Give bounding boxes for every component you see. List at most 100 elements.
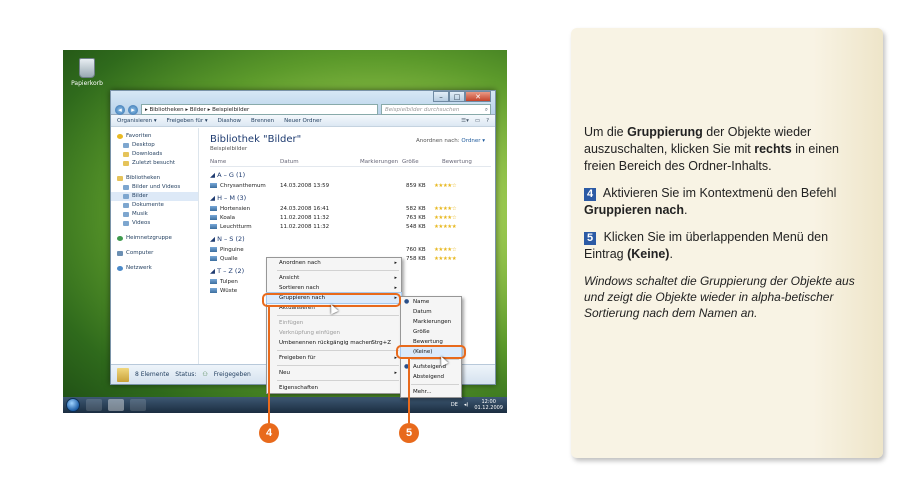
image-file-icon [210, 183, 217, 188]
status-value: Freigegeben [213, 371, 251, 378]
file-name: Pinguine [220, 247, 244, 253]
nav-recent[interactable]: Zuletzt besucht [111, 159, 198, 168]
group-by-date[interactable]: Datum [401, 307, 461, 317]
group-header[interactable]: ◢ N – S (2) [210, 235, 248, 243]
volume-icon[interactable]: ◂) [464, 402, 468, 408]
file-row[interactable]: Hortensien 24.03.2008 16:41 582 KB ★★★★☆ [210, 205, 491, 214]
sort-descending[interactable]: Absteigend [401, 372, 461, 382]
menu-undo-rename[interactable]: Umbenennen rückgängig machen Strg+Z [267, 338, 401, 348]
menu-label: Ansicht [279, 275, 300, 281]
recycle-bin[interactable]: Papierkorb [69, 58, 105, 87]
menu-share-with[interactable]: Freigeben für ▸ [267, 353, 401, 363]
nav-libraries[interactable]: Bibliotheken [111, 174, 198, 183]
nav-pictures[interactable]: Bilder [111, 192, 198, 201]
nav-videos[interactable]: Videos [111, 219, 198, 228]
forward-button[interactable]: ▸ [128, 104, 138, 115]
image-file-icon [210, 224, 217, 229]
menu-properties[interactable]: Eigenschaften [267, 383, 401, 393]
column-size[interactable]: Größe [402, 159, 419, 165]
view-controls: ☰▾ ▭ ? [461, 118, 489, 124]
group-by-tags[interactable]: Markierungen [401, 317, 461, 327]
nav-computer[interactable]: Computer [111, 249, 198, 258]
share-with-button[interactable]: Freigeben für ▾ [167, 118, 208, 124]
slideshow-button[interactable]: Diashow [218, 118, 241, 124]
clock[interactable]: 12:00 01.12.2009 [474, 399, 503, 411]
rating-stars-icon[interactable]: ★★★★★ [434, 255, 457, 264]
menu-sort-by[interactable]: Sortieren nach ▸ [267, 283, 401, 293]
menu-view[interactable]: Ansicht ▸ [267, 273, 401, 283]
group-by-more[interactable]: Mehr... [401, 387, 461, 397]
file-row[interactable]: Pinguine 760 KB ★★★★☆ [210, 246, 491, 255]
column-date[interactable]: Datum [280, 159, 299, 165]
file-row[interactable]: Chrysanthemum 14.03.2008 13:59 859 KB ★★… [210, 182, 491, 191]
view-options-icon[interactable]: ☰▾ [461, 118, 469, 124]
group-header[interactable]: ◢ A – G (1) [210, 171, 248, 179]
nav-favorites[interactable]: Favoriten [111, 132, 198, 141]
menu-paste: Einfügen [267, 318, 401, 328]
burn-button[interactable]: Brennen [251, 118, 274, 124]
nav-downloads[interactable]: Downloads [111, 150, 198, 159]
explorer-taskbar-icon[interactable] [108, 399, 124, 411]
new-folder-button[interactable]: Neuer Ordner [284, 118, 322, 124]
menu-arrange-by[interactable]: Anordnen nach ▸ [267, 258, 401, 268]
column-rating[interactable]: Bewertung [442, 159, 472, 165]
file-name: Koala [220, 215, 235, 221]
file-size: 760 KB [406, 247, 426, 253]
rating-stars-icon[interactable]: ★★★★★ [434, 223, 457, 232]
menu-label: Größe [413, 329, 430, 335]
taskbar: DE ◂) 12:00 01.12.2009 [63, 397, 507, 413]
rating-stars-icon[interactable]: ★★★★☆ [434, 182, 457, 191]
rating-stars-icon[interactable]: ★★★★☆ [434, 205, 457, 214]
maximize-button[interactable]: □ [449, 91, 465, 102]
nav-homegroup[interactable]: Heimnetzgruppe [111, 234, 198, 243]
address-bar[interactable]: ▸ Bibliotheken ▸ Bilder ▸ Beispielbilder [141, 104, 378, 115]
nav-documents[interactable]: Dokumente [111, 201, 198, 210]
file-row[interactable]: Koala 11.02.2008 11:32 763 KB ★★★★☆ [210, 214, 491, 223]
step-4: 4 Aktivieren Sie im Kontextmenü den Befe… [584, 186, 837, 217]
help-icon[interactable]: ? [486, 118, 489, 124]
file-row[interactable]: Leuchtturm 11.02.2008 11:32 548 KB ★★★★★ [210, 223, 491, 232]
sort-ascending[interactable]: ● Aufsteigend [401, 362, 461, 372]
file-size: 758 KB [406, 256, 426, 262]
nav-label: Computer [126, 250, 154, 256]
step-number: 4 [584, 188, 597, 201]
file-name: Qualle [220, 256, 238, 262]
minimize-button[interactable]: – [433, 91, 449, 102]
command-bar: Organisieren ▾ Freigeben für ▾ Diashow B… [111, 115, 495, 127]
group-header[interactable]: ◢ H – M (3) [210, 194, 249, 202]
start-button-icon[interactable] [66, 398, 80, 412]
group-header[interactable]: ◢ T – Z (2) [210, 267, 247, 275]
rating-stars-icon[interactable]: ★★★★☆ [434, 214, 457, 223]
submenu-arrow-icon: ▸ [394, 260, 397, 266]
arrange-value[interactable]: Ordner ▾ [461, 138, 485, 144]
preview-pane-icon[interactable]: ▭ [475, 118, 480, 124]
column-name[interactable]: Name [210, 159, 226, 165]
close-button[interactable]: ✕ [465, 91, 491, 102]
group-by-name[interactable]: ● Name [401, 297, 461, 307]
search-input[interactable]: Beispielbilder durchsuchen ⌕ [381, 104, 491, 115]
back-button[interactable]: ◂ [115, 104, 125, 115]
nav-label: Heimnetzgruppe [126, 235, 172, 241]
submenu-arrow-icon: ▸ [394, 285, 397, 291]
image-file-icon [210, 256, 217, 261]
windows-screenshot: Papierkorb – □ ✕ ◂ ▸ ▸ Bibliotheken ▸ Bi… [63, 50, 507, 413]
group-by-size[interactable]: Größe [401, 327, 461, 337]
menu-new[interactable]: Neu ▸ [267, 368, 401, 378]
column-tags[interactable]: Markierungen [360, 159, 398, 165]
internet-explorer-icon[interactable] [86, 399, 102, 411]
nav-music[interactable]: Musik [111, 210, 198, 219]
menu-label: Verknüpfung einfügen [279, 330, 340, 336]
nav-pictures-videos[interactable]: Bilder und Videos [111, 183, 198, 192]
nav-network[interactable]: Netzwerk [111, 264, 198, 273]
organize-button[interactable]: Organisieren ▾ [117, 118, 157, 124]
nav-desktop[interactable]: Desktop [111, 141, 198, 150]
arrange-by[interactable]: Anordnen nach: Ordner ▾ [416, 138, 485, 144]
documents-icon [123, 203, 129, 208]
rating-stars-icon[interactable]: ★★★★☆ [434, 246, 457, 255]
file-date: 14.03.2008 13:59 [280, 183, 330, 189]
media-player-icon[interactable] [130, 399, 146, 411]
item-count: 8 Elemente [135, 371, 170, 378]
language-indicator[interactable]: DE [451, 402, 458, 408]
menu-label: Absteigend [413, 374, 445, 380]
title-bar: – □ ✕ ◂ ▸ ▸ Bibliotheken ▸ Bilder ▸ Beis… [111, 91, 495, 115]
